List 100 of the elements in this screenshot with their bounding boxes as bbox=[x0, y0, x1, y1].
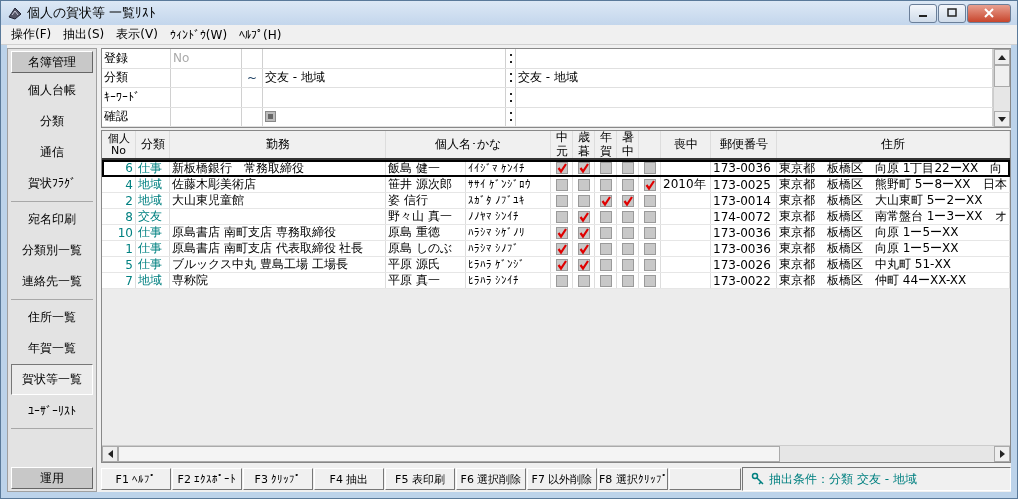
maximize-button[interactable] bbox=[938, 3, 966, 23]
checkbox[interactable] bbox=[555, 226, 568, 239]
checkbox[interactable] bbox=[643, 242, 656, 255]
function-key-button[interactable]: F7 以外削除 bbox=[527, 468, 597, 490]
column-header[interactable]: 喪中 bbox=[661, 131, 711, 158]
checkbox[interactable] bbox=[621, 210, 634, 223]
sidebar-item[interactable]: 個人台帳 bbox=[11, 75, 93, 106]
checkbox[interactable] bbox=[621, 178, 634, 191]
sidebar-item[interactable]: 年賀一覧 bbox=[11, 333, 93, 364]
checkbox[interactable] bbox=[621, 274, 634, 287]
table-row[interactable]: 4 地域 佐藤木彫美術店 笹井 源次郎 ｻｻｲ ｹﾞﾝｼﾞﾛｳ 2010年 173-0025 東京都 板橋区 熊野町 5ー8ーXX 日本 bbox=[102, 177, 1010, 193]
table-row[interactable]: 6 仕事 新板橋銀行 常務取締役 飯島 健一 ｲｲｼﾞﾏ ｹﾝｲﾁ 173-0036 東京都 板橋区 向原 1丁目22ーXX 向 bbox=[102, 160, 1010, 177]
checkbox[interactable] bbox=[555, 274, 568, 287]
function-key-button[interactable]: F2 ｴｸｽﾎﾟｰﾄ bbox=[172, 468, 242, 490]
table-cell: 7 bbox=[125, 273, 133, 288]
section-button[interactable]: 運用 bbox=[11, 467, 93, 489]
checkbox[interactable] bbox=[621, 242, 634, 255]
table-row[interactable]: 8 交友 野々山 真一 ﾉﾉﾔﾏ ｼﾝｲﾁ 174-0072 東京都 板橋区 南常盤台 1ー3ーXX オ bbox=[102, 209, 1010, 225]
column-header[interactable]: 歳暮 bbox=[573, 131, 595, 158]
checkbox[interactable] bbox=[621, 194, 634, 207]
function-key-button[interactable]: F5 表印刷 bbox=[385, 468, 455, 490]
checkbox[interactable] bbox=[621, 258, 634, 271]
column-header[interactable]: 住所 bbox=[777, 131, 1010, 158]
sidebar-item[interactable]: 賀状ﾌﾗｸﾞ bbox=[11, 168, 93, 199]
checkbox[interactable] bbox=[643, 178, 656, 191]
column-header[interactable]: 分類 bbox=[136, 131, 170, 158]
column-header[interactable]: 個人名･かな bbox=[386, 131, 551, 158]
checkbox[interactable] bbox=[599, 258, 612, 271]
checkbox[interactable] bbox=[621, 226, 634, 239]
checkbox[interactable] bbox=[577, 258, 590, 271]
checkbox[interactable] bbox=[555, 162, 568, 174]
column-header[interactable]: 郵便番号 bbox=[711, 131, 777, 158]
column-header[interactable]: 年賀 bbox=[595, 131, 617, 158]
sidebar-item[interactable]: 賀状等一覧 bbox=[11, 364, 93, 395]
blank-button[interactable] bbox=[669, 468, 741, 490]
checkbox[interactable] bbox=[599, 178, 612, 191]
menu-item[interactable]: 表示(V) bbox=[110, 26, 164, 43]
section-button[interactable]: 名簿管理 bbox=[11, 51, 93, 73]
checkbox[interactable] bbox=[599, 226, 612, 239]
close-button[interactable] bbox=[967, 3, 1011, 23]
up-arrow-icon[interactable] bbox=[998, 54, 1006, 60]
checkbox[interactable] bbox=[599, 194, 612, 207]
sidebar-item[interactable]: 通信 bbox=[11, 137, 93, 168]
checkbox[interactable] bbox=[599, 210, 612, 223]
checkbox[interactable] bbox=[643, 226, 656, 239]
sidebar-item[interactable]: 宛名印刷 bbox=[11, 204, 93, 235]
checkbox[interactable] bbox=[555, 242, 568, 255]
function-key-button[interactable]: F4 抽出 bbox=[314, 468, 384, 490]
down-arrow-icon[interactable] bbox=[998, 116, 1006, 122]
checkbox[interactable] bbox=[577, 274, 590, 287]
checkbox[interactable] bbox=[577, 178, 590, 191]
checkbox[interactable] bbox=[555, 178, 568, 191]
table-row[interactable]: 10 仕事 原島書店 南町支店 専務取締役 原島 重徳 ﾊﾗｼﾏ ｼｹﾞﾉﾘ 173-0036 東京都 板橋区 向原 1ー5ーXX bbox=[102, 225, 1010, 241]
function-key-button[interactable]: F8 選択ｸﾘｯﾌﾟ bbox=[598, 468, 668, 490]
right-arrow-icon[interactable] bbox=[999, 450, 1005, 458]
function-key-button[interactable]: F1 ﾍﾙﾌﾟ bbox=[101, 468, 171, 490]
checkbox[interactable] bbox=[599, 242, 612, 255]
column-header[interactable]: 中元 bbox=[551, 131, 573, 158]
checkbox[interactable] bbox=[599, 162, 612, 174]
function-key-button[interactable]: F6 選択削除 bbox=[456, 468, 526, 490]
horizontal-scrollbar[interactable] bbox=[102, 445, 1010, 462]
checkbox[interactable] bbox=[621, 162, 634, 174]
menu-item[interactable]: ﾍﾙﾌﾟ(H) bbox=[233, 27, 288, 42]
left-arrow-icon[interactable] bbox=[107, 450, 113, 458]
checkbox[interactable] bbox=[555, 210, 568, 223]
column-header[interactable]: 勤務 bbox=[170, 131, 386, 158]
sidebar-item[interactable]: 住所一覧 bbox=[11, 302, 93, 333]
minimize-button[interactable] bbox=[909, 3, 937, 23]
menu-item[interactable]: ｳｨﾝﾄﾞｳ(W) bbox=[163, 27, 234, 42]
checkbox[interactable] bbox=[643, 210, 656, 223]
table-row[interactable]: 1 仕事 原島書店 南町支店 代表取締役 社長 原島 しのぶ ﾊﾗｼﾏ ｼﾉﾌﾞ 173-0036 東京都 板橋区 向原 1ー5ーXX bbox=[102, 241, 1010, 257]
menu-item[interactable]: 抽出(S) bbox=[57, 26, 111, 43]
filter-value[interactable]: 交友 - 地域 bbox=[518, 69, 578, 87]
checkbox-icon[interactable] bbox=[265, 111, 276, 123]
table-row[interactable]: 5 仕事 ブルックス中丸 豊島工場 工場長 平原 源氏 ﾋﾗﾊﾗ ｹﾞﾝｼﾞ 173-0026 東京都 板橋区 中丸町 51-XX bbox=[102, 257, 1010, 273]
table-row[interactable]: 2 地域 大山東児童館 姿 信行 ｽｶﾞﾀ ﾉﾌﾞﾕｷ 173-0014 東京都 板橋区 大山東町 5ー2ーXX bbox=[102, 193, 1010, 209]
sidebar-item[interactable]: 分類別一覧 bbox=[11, 235, 93, 266]
checkbox[interactable] bbox=[643, 194, 656, 207]
checkbox[interactable] bbox=[577, 226, 590, 239]
checkbox[interactable] bbox=[555, 258, 568, 271]
checkbox[interactable] bbox=[577, 194, 590, 207]
checkbox[interactable] bbox=[643, 274, 656, 287]
checkbox[interactable] bbox=[643, 162, 656, 174]
sidebar-item[interactable]: 連絡先一覧 bbox=[11, 266, 93, 297]
checkbox[interactable] bbox=[577, 162, 590, 174]
checkbox[interactable] bbox=[555, 194, 568, 207]
column-header[interactable]: 個人No bbox=[102, 131, 136, 158]
table-cell: 仕事 bbox=[138, 257, 162, 272]
table-row[interactable]: 7 地域 専称院 平原 真一 ﾋﾗﾊﾗ ｼﾝｲﾁ 173-0022 東京都 板橋区 仲町 44ーXX-XX bbox=[102, 273, 1010, 289]
column-header[interactable]: 暑中 bbox=[617, 131, 639, 158]
checkbox[interactable] bbox=[643, 258, 656, 271]
checkbox[interactable] bbox=[577, 210, 590, 223]
sidebar-item[interactable]: 分類 bbox=[11, 106, 93, 137]
checkbox[interactable] bbox=[577, 242, 590, 255]
sidebar-item[interactable]: ﾕｰｻﾞｰﾘｽﾄ bbox=[11, 395, 93, 426]
menu-item[interactable]: 操作(F) bbox=[5, 26, 58, 43]
vertical-scrollbar[interactable] bbox=[993, 49, 1010, 127]
checkbox[interactable] bbox=[599, 274, 612, 287]
filter-value[interactable]: 交友 - 地域 bbox=[265, 69, 325, 87]
function-key-button[interactable]: F3 ｸﾘｯﾌﾟ bbox=[243, 468, 313, 490]
